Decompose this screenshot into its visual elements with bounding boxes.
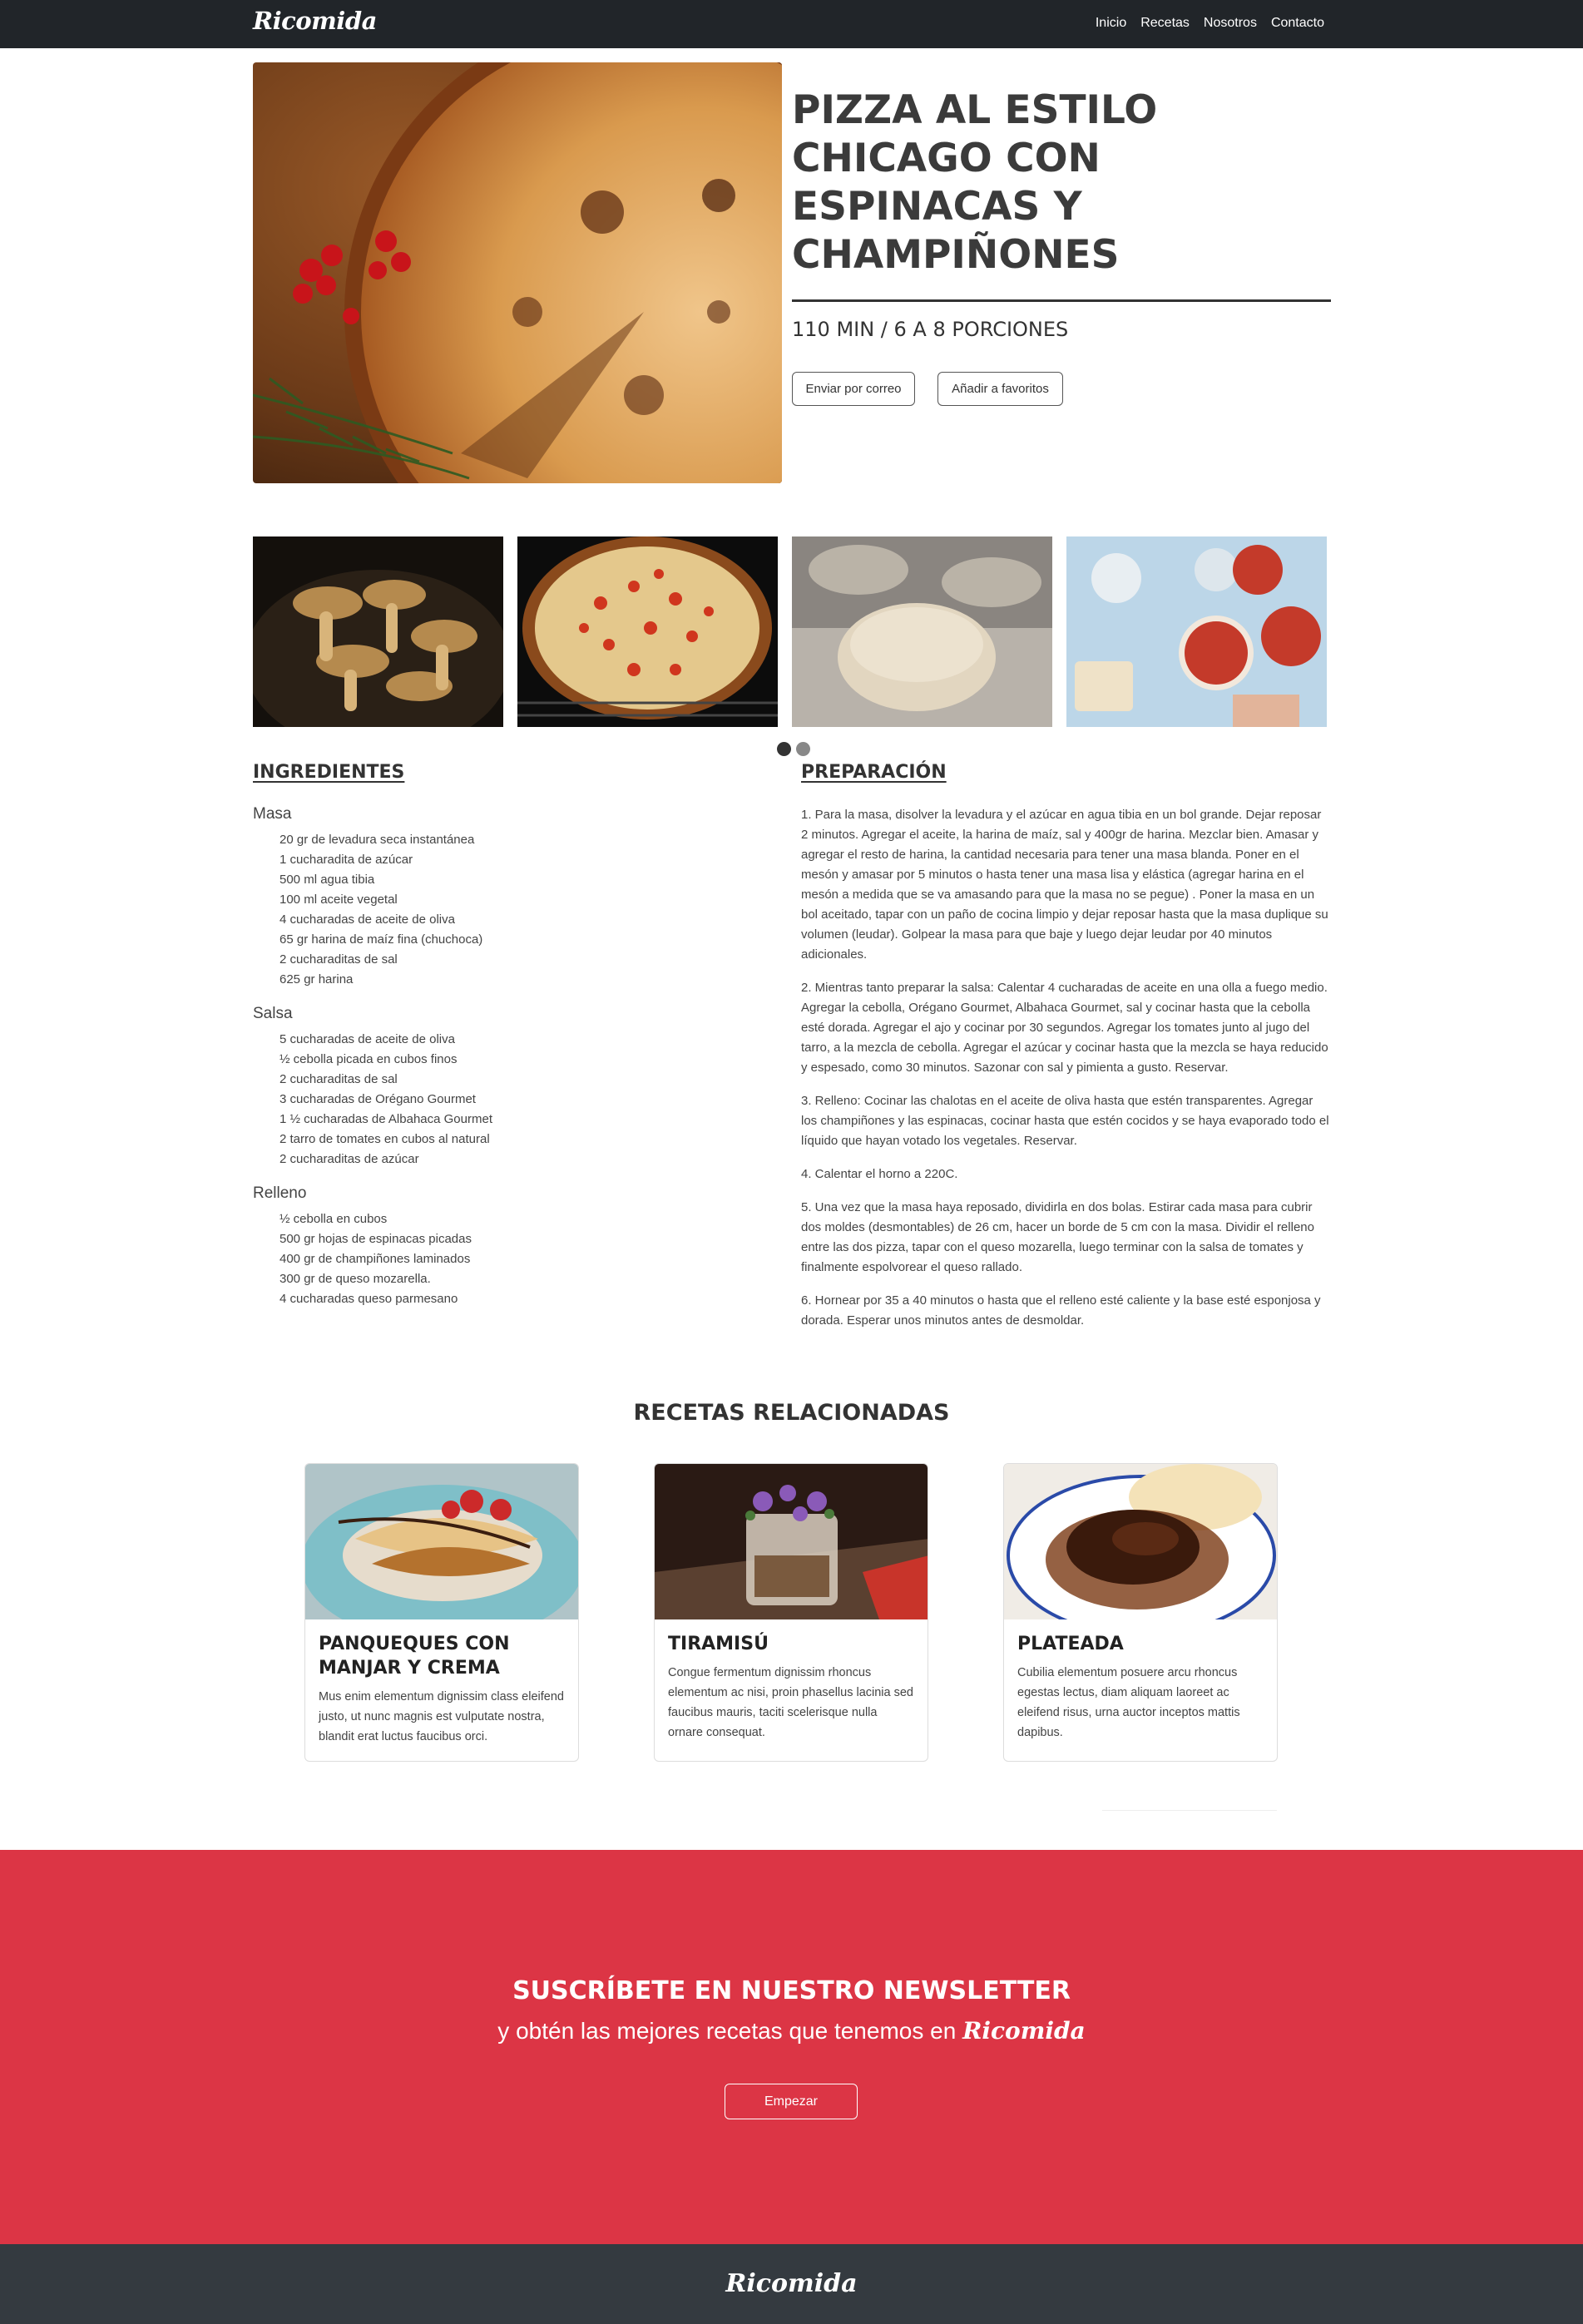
email-recipe-button[interactable]: Enviar por correo [792, 372, 915, 406]
related-recipes-heading: RECETAS RELACIONADAS [633, 1400, 950, 1426]
newsletter-title: SUSCRÍBETE EN NUESTRO NEWSLETTER [512, 1976, 1071, 2005]
add-favorite-button[interactable]: Añadir a favoritos [937, 372, 1063, 406]
ingredients-list: Masa 20 gr de levadura seca instantánea … [253, 805, 752, 1324]
navbar: Ricomida Inicio Recetas Nosotros Contact… [0, 0, 1583, 48]
ingredient-item: 3 cucharadas de Orégano Gourmet [279, 1092, 476, 1106]
newsletter-subtitle-text: y obtén las mejores recetas que tenemos … [497, 2018, 957, 2044]
ingredient-group-title: Masa [253, 805, 292, 823]
preparation-step: 3. Relleno: Cocinar las chalotas en el a… [801, 1094, 1329, 1148]
ingredient-item: 625 gr harina [279, 972, 354, 986]
ingredient-item: 65 gr harina de maíz fina (chuchoca) [279, 932, 483, 947]
nav-item-contacto[interactable]: Contacto [1271, 16, 1324, 31]
preparation-step: 4. Calentar el horno a 220C. [801, 1167, 958, 1181]
ingredient-item: 1 ½ cucharadas de Albahaca Gourmet [279, 1112, 492, 1126]
footer: Ricomida [0, 2244, 1583, 2324]
carousel-image-pizza-making[interactable] [1066, 536, 1327, 727]
ingredient-item: 100 ml aceite vegetal [279, 893, 398, 907]
preparation-step: 2. Mientras tanto preparar la salsa: Cal… [801, 981, 1328, 1075]
carousel-indicators [777, 742, 810, 756]
recipe-meta: 110 MIN / 6 A 8 PORCIONES [792, 318, 1069, 341]
preparation-step: 5. Una vez que la masa haya reposado, di… [801, 1200, 1314, 1274]
ingredient-item: 500 ml agua tibia [279, 873, 375, 887]
recipe-card-image [305, 1464, 578, 1643]
carousel-image-mushrooms[interactable] [253, 536, 503, 727]
title-divider [792, 299, 1331, 302]
divider [1102, 1810, 1277, 1811]
newsletter-section: SUSCRÍBETE EN NUESTRO NEWSLETTER y obtén… [0, 1850, 1583, 2244]
footer-brand-logo[interactable]: Ricomida [0, 2269, 1583, 2298]
ingredient-item: 300 gr de queso mozarella. [279, 1272, 431, 1286]
ingredient-item: ½ cebolla picada en cubos finos [279, 1052, 458, 1066]
recipe-title: PIZZA AL ESTILO CHICAGO CON ESPINACAS Y … [792, 87, 1191, 279]
ingredient-item: 2 cucharaditas de azúcar [279, 1152, 419, 1166]
recipe-card-text: Congue fermentum dignissim rhoncus eleme… [668, 1666, 913, 1739]
nav-links: Inicio Recetas Nosotros Contacto [1096, 16, 1324, 31]
preparation-step: 6. Hornear por 35 a 40 minutos o hasta q… [801, 1293, 1321, 1328]
ingredient-group-list: ½ cebolla en cubos 500 gr hojas de espin… [253, 1209, 752, 1309]
ingredient-group-list: 20 gr de levadura seca instantánea 1 cuc… [253, 830, 752, 990]
ingredient-item: 2 cucharaditas de sal [279, 1072, 398, 1086]
ingredient-group-title: Salsa [253, 1005, 293, 1022]
recipe-card-text: Mus enim elementum dignissim class eleif… [319, 1690, 564, 1743]
ingredient-item: 2 tarro de tomates en cubos al natural [279, 1132, 490, 1146]
ingredient-item: 500 gr hojas de espinacas picadas [279, 1232, 472, 1246]
hero-pizza-image [253, 62, 782, 483]
ingredient-item: ½ cebolla en cubos [279, 1212, 388, 1226]
newsletter-brand: Ricomida [962, 2017, 1086, 2045]
recipe-card-title[interactable]: PLATEADA [1017, 1632, 1264, 1656]
recipe-card-image [655, 1464, 928, 1619]
ingredient-item: 4 cucharadas queso parmesano [279, 1292, 458, 1306]
recipe-title-line: ESPINACAS Y [792, 184, 1082, 230]
brand-logo[interactable]: Ricomida [253, 7, 377, 35]
recipe-card-text: Cubilia elementum posuere arcu rhoncus e… [1017, 1666, 1240, 1739]
recipe-title-line: PIZZA AL ESTILO [792, 87, 1158, 133]
ingredient-item: 2 cucharaditas de sal [279, 952, 398, 967]
nav-item-nosotros[interactable]: Nosotros [1204, 16, 1257, 31]
recipe-card-image [1004, 1464, 1277, 1636]
newsletter-start-button[interactable]: Empezar [725, 2084, 858, 2119]
newsletter-subtitle: y obtén las mejores recetas que tenemos … [0, 2017, 1583, 2045]
carousel-image-dough[interactable] [792, 536, 1052, 727]
ingredient-item: 1 cucharadita de azúcar [279, 853, 413, 867]
ingredient-item: 5 cucharadas de aceite de oliva [279, 1032, 455, 1046]
nav-item-inicio[interactable]: Inicio [1096, 16, 1126, 31]
recipe-card-title[interactable]: TIRAMISÚ [668, 1632, 914, 1656]
carousel-image-pizza-oven[interactable] [517, 536, 778, 727]
carousel-dot-1[interactable] [777, 742, 791, 756]
nav-item-recetas[interactable]: Recetas [1140, 16, 1190, 31]
preparation-heading: PREPARACIÓN [801, 762, 947, 783]
ingredient-item: 20 gr de levadura seca instantánea [279, 833, 475, 847]
ingredients-heading: INGREDIENTES [253, 762, 405, 783]
recipe-title-line: CHICAGO CON [792, 136, 1101, 181]
preparation-step: 1. Para la masa, disolver la levadura y … [801, 808, 1328, 962]
ingredient-group-list: 5 cucharadas de aceite de oliva ½ ceboll… [253, 1030, 752, 1169]
preparation-steps: 1. Para la masa, disolver la levadura y … [801, 805, 1331, 1344]
recipe-card[interactable]: TIRAMISÚ Congue fermentum dignissim rhon… [654, 1463, 928, 1762]
ingredient-group-title: Relleno [253, 1184, 307, 1202]
ingredient-item: 4 cucharadas de aceite de oliva [279, 912, 455, 927]
recipe-card-title[interactable]: PANQUEQUES CON MANJAR Y CREMA [319, 1632, 565, 1680]
carousel-dot-2[interactable] [796, 742, 810, 756]
recipe-card[interactable]: PANQUEQUES CON MANJAR Y CREMA Mus enim e… [304, 1463, 579, 1762]
ingredient-item: 400 gr de champiñones laminados [279, 1252, 471, 1266]
recipe-title-line: CHAMPIÑONES [792, 232, 1120, 278]
recipe-card[interactable]: PLATEADA Cubilia elementum posuere arcu … [1003, 1463, 1278, 1762]
